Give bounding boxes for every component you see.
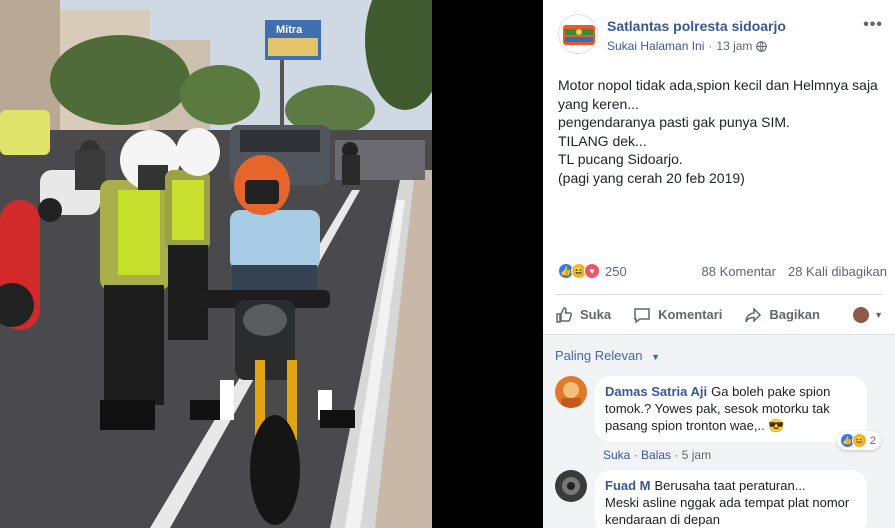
post-message: Motor nopol tidak ada,spion kecil dan He… <box>543 66 895 187</box>
share-button-label: Bagikan <box>769 307 820 322</box>
comment-text: Ga boleh pake spion <box>711 384 831 399</box>
reaction-summary[interactable]: 👍 😆 ♥ 250 <box>558 263 627 279</box>
comments-count[interactable]: 88 Komentar <box>702 264 776 279</box>
post-line: yang keren... <box>558 95 639 112</box>
comment-author[interactable]: Fuad M <box>605 478 651 493</box>
separator-dot: · <box>708 39 713 53</box>
page-avatar[interactable] <box>558 14 598 54</box>
comment-text: tomok.? Yowes pak, sesok motorku tak <box>605 401 830 416</box>
action-bar: Suka Komentari Bagikan ▼ <box>555 294 883 334</box>
commenter-avatar[interactable] <box>555 470 587 502</box>
post-line: TL pucang Sidoarjo. <box>558 151 683 167</box>
page-logo-icon <box>559 15 597 53</box>
shares-count[interactable]: 28 Kali dibagikan <box>788 264 887 279</box>
comment-icon <box>634 307 650 323</box>
post-photo[interactable]: Mitra <box>0 0 432 528</box>
globe-icon <box>756 40 768 52</box>
comment-sort-dropdown[interactable]: Paling Relevan ▼ <box>543 335 895 376</box>
comment-reply-link[interactable]: Balas <box>641 448 671 462</box>
post-sidebar: Satlantas polresta sidoarjo Sukai Halama… <box>543 0 895 528</box>
comment: Damas Satria Aji Ga boleh pake spion tomo… <box>543 376 895 462</box>
comment-text: Meski asline nggak ada tempat plat nomor <box>605 495 850 510</box>
comment-reactions[interactable]: 👍 😆 2 <box>836 431 881 450</box>
comment-time[interactable]: 5 jam <box>682 448 711 462</box>
comment-text: Berusaha taat peraturan... <box>654 478 806 493</box>
post-as-selector[interactable]: ▼ <box>853 306 883 323</box>
comment-like-link[interactable]: Suka <box>603 448 630 462</box>
post-line: Motor nopol tidak ada,spion kecil dan He… <box>558 77 878 93</box>
post-time[interactable]: 13 jam <box>716 39 752 53</box>
like-page-link[interactable]: Sukai Halaman Ini <box>607 39 704 53</box>
sunglasses-emoji-icon: 😎 <box>768 418 785 433</box>
love-reaction-icon: ♥ <box>584 263 600 279</box>
haha-reaction-icon: 😆 <box>851 433 867 448</box>
comment: Fuad M Berusaha taat peraturan... Meski a… <box>543 470 895 528</box>
share-icon <box>745 306 762 323</box>
comment-bubble: Fuad M Berusaha taat peraturan... Meski a… <box>595 470 867 528</box>
reaction-count[interactable]: 250 <box>605 264 627 279</box>
commenter-avatar[interactable] <box>555 376 587 408</box>
avatar-image <box>555 470 587 502</box>
photo-viewer: Mitra Satlantas polresta sidoarjo Sukai … <box>0 0 895 528</box>
chevron-down-icon: ▼ <box>874 309 883 320</box>
post-line: pengendaranya pasti gak punya SIM. <box>558 114 790 130</box>
comment-reaction-count: 2 <box>869 434 876 447</box>
avatar-image <box>555 376 587 408</box>
billboard-text: Mitra <box>276 24 303 36</box>
share-button[interactable]: Bagikan <box>744 306 820 324</box>
user-avatar <box>853 306 870 323</box>
comment-button-label: Komentari <box>658 307 723 322</box>
post-line: TILANG dek... <box>558 132 647 149</box>
comments-section: Paling Relevan ▼ Damas Satria Aji Ga bole… <box>543 334 895 528</box>
comment-author[interactable]: Damas Satria Aji <box>605 384 707 399</box>
comment-actions: Suka · Balas · 5 jam <box>603 448 712 462</box>
photo-area[interactable]: Mitra <box>0 0 543 528</box>
like-button[interactable]: Suka <box>555 306 611 324</box>
chevron-down-icon: ▼ <box>651 352 660 362</box>
page-name[interactable]: Satlantas polresta sidoarjo <box>607 18 863 34</box>
thumbs-up-icon <box>556 306 573 323</box>
comment-sort-label: Paling Relevan <box>555 348 643 363</box>
comment-text: kendaraan di depan <box>605 512 720 527</box>
comment-text: pasang spion tronton wae,.. <box>605 418 765 433</box>
more-options-icon[interactable]: ••• <box>863 16 883 34</box>
post-line: (pagi yang cerah 20 feb 2019) <box>558 169 745 186</box>
comment-button[interactable]: Komentari <box>633 306 722 324</box>
post-header: Satlantas polresta sidoarjo Sukai Halama… <box>543 0 895 66</box>
like-button-label: Suka <box>580 307 612 322</box>
street-scene: Mitra <box>0 0 432 528</box>
comment-bubble: Damas Satria Aji Ga boleh pake spion tomo… <box>595 376 867 442</box>
post-stats: 👍 😆 ♥ 250 88 Komentar 28 Kali dibagikan <box>558 263 887 279</box>
